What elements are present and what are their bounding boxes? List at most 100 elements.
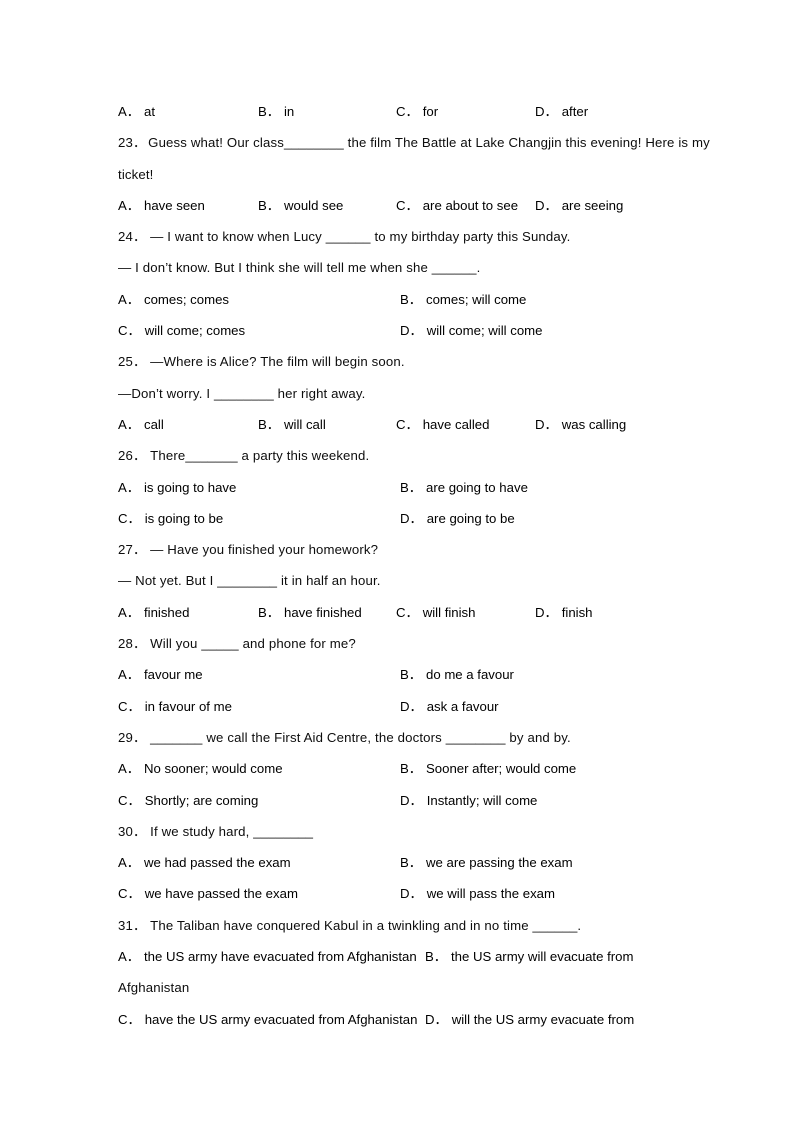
option-q27-a[interactable]: Afinished xyxy=(118,597,189,628)
option-q24-d[interactable]: Dwill come; will come xyxy=(400,315,543,346)
option-text: is going to be xyxy=(144,510,224,526)
option-q26-a[interactable]: Ais going to have xyxy=(118,472,236,503)
option-q29-a[interactable]: A No sooner; would come xyxy=(118,753,283,784)
option-label: B xyxy=(425,949,446,964)
option-label: C xyxy=(118,1012,140,1027)
option-q22-a[interactable]: Aat xyxy=(118,96,155,127)
option-q30-c[interactable]: Cwe have passed the exam xyxy=(118,878,298,909)
option-text: will the US army evacuate from xyxy=(451,1011,635,1027)
question-stem-q27-line1: 27 — Have you finished your homework? xyxy=(118,534,682,565)
option-label: C xyxy=(396,417,418,432)
option-text: No sooner; would come xyxy=(143,761,283,777)
option-text: is going to have xyxy=(143,479,237,495)
option-q27-b[interactable]: Bhave finished xyxy=(258,597,362,628)
option-text: are going to be xyxy=(426,510,515,526)
option-label: D xyxy=(400,793,422,808)
option-label: D xyxy=(400,886,422,901)
option-q23-a[interactable]: Ahave seen xyxy=(118,190,205,221)
option-q23-c[interactable]: Care about to see xyxy=(396,190,518,221)
option-label: C xyxy=(396,605,418,620)
option-text: finish xyxy=(561,604,593,620)
question-number: 29 xyxy=(118,730,145,745)
option-label: C xyxy=(118,699,140,714)
option-row-q29-ab: A No sooner; would come B Sooner after; wo… xyxy=(118,753,682,784)
option-q27-c[interactable]: Cwill finish xyxy=(396,597,475,628)
option-q24-c[interactable]: Cwill come; comes xyxy=(118,315,245,346)
option-q28-c[interactable]: Cin favour of me xyxy=(118,691,232,722)
option-text: for xyxy=(422,104,439,119)
option-label: D xyxy=(535,198,557,213)
option-q23-b[interactable]: Bwould see xyxy=(258,190,343,221)
option-text: Sooner after; would come xyxy=(425,761,577,777)
option-text: have the US army evacuated from Afghanis… xyxy=(144,1011,418,1027)
option-label: D xyxy=(535,104,557,119)
option-label: A xyxy=(118,855,139,870)
option-q22-c[interactable]: Cfor xyxy=(396,96,438,127)
option-text: are seeing xyxy=(561,197,624,213)
option-label: B xyxy=(400,292,421,307)
option-label: D xyxy=(400,699,422,714)
option-row-q30-ab: Awe had passed the exam Bwe are passing … xyxy=(118,847,682,878)
option-text: ask a favour xyxy=(426,698,499,714)
option-q28-d[interactable]: Dask a favour xyxy=(400,691,499,722)
option-text: we have passed the exam xyxy=(144,886,298,902)
option-q30-d[interactable]: Dwe will pass the exam xyxy=(400,878,555,909)
option-q30-a[interactable]: Awe had passed the exam xyxy=(118,847,291,878)
question-stem-q24-line2: — I don’t know. But I think she will tel… xyxy=(118,252,682,283)
option-q31-c[interactable]: Chave the US army evacuated from Afghani… xyxy=(118,1004,417,1035)
option-text: we will pass the exam xyxy=(426,886,555,902)
question-stem-q30: 30 If we study hard, ________ xyxy=(118,816,682,847)
option-q28-a[interactable]: Afavour me xyxy=(118,659,203,690)
option-q31-a[interactable]: Athe US army have evacuated from Afghani… xyxy=(118,941,417,972)
option-q29-c[interactable]: C Shortly; are coming xyxy=(118,785,258,816)
option-row-q23: Ahave seen Bwould see Care about to see … xyxy=(118,190,682,221)
option-q27-d[interactable]: Dfinish xyxy=(535,597,593,628)
option-q29-b[interactable]: B Sooner after; would come xyxy=(400,753,576,784)
document-page: Aat Bin Cfor Dafter 23Guess what! Our cl… xyxy=(0,0,794,1123)
option-label: B xyxy=(258,104,279,119)
option-label: B xyxy=(400,667,421,682)
option-q24-b[interactable]: Bcomes; will come xyxy=(400,284,526,315)
option-q28-b[interactable]: Bdo me a favour xyxy=(400,659,514,690)
option-q31-d[interactable]: Dwill the US army evacuate from xyxy=(425,1004,634,1035)
question-stem-q28: 28 Will you _____ and phone for me? xyxy=(118,628,682,659)
option-label: D xyxy=(425,1012,447,1027)
option-row-q22: Aat Bin Cfor Dafter xyxy=(118,96,682,127)
option-row-q30-cd: Cwe have passed the exam Dwe will pass t… xyxy=(118,878,682,909)
option-text: will come; will come xyxy=(426,323,543,339)
option-text: the US army have evacuated from Afghanis… xyxy=(143,949,417,965)
option-q25-d[interactable]: Dwas calling xyxy=(535,409,626,440)
option-row-q28-cd: Cin favour of me Dask a favour xyxy=(118,691,682,722)
question-number: 30 xyxy=(118,824,145,839)
option-label: A xyxy=(118,417,139,432)
option-text: Instantly; will come xyxy=(426,792,538,808)
option-text: after xyxy=(561,104,589,119)
option-label: B xyxy=(258,417,279,432)
option-q25-b[interactable]: Bwill call xyxy=(258,409,326,440)
question-text: Guess what! Our class________ the film T… xyxy=(148,135,710,151)
option-q22-d[interactable]: Dafter xyxy=(535,96,588,127)
option-label: D xyxy=(535,417,557,432)
option-q29-d[interactable]: D Instantly; will come xyxy=(400,785,537,816)
question-text: There_______ a party this weekend. xyxy=(150,448,370,464)
option-q30-b[interactable]: Bwe are passing the exam xyxy=(400,847,573,878)
option-q26-c[interactable]: Cis going to be xyxy=(118,503,223,534)
option-q23-d[interactable]: Dare seeing xyxy=(535,190,623,221)
question-number: 25 xyxy=(118,354,145,369)
question-text: The Taliban have conquered Kabul in a tw… xyxy=(150,917,582,933)
question-text: — Not yet. But I ________ it in half an … xyxy=(118,573,381,589)
option-text: at xyxy=(143,104,155,119)
option-q25-a[interactable]: Acall xyxy=(118,409,164,440)
question-text: Will you _____ and phone for me? xyxy=(150,636,356,652)
option-label: B xyxy=(400,480,421,495)
option-q22-b[interactable]: Bin xyxy=(258,96,294,127)
option-text: we had passed the exam xyxy=(143,855,291,871)
option-text: the US army will evacuate from xyxy=(450,949,634,965)
question-text: —Where is Alice? The film will begin soo… xyxy=(150,354,405,370)
option-q25-c[interactable]: Chave called xyxy=(396,409,489,440)
option-label: C xyxy=(118,511,140,526)
option-q26-b[interactable]: Bare going to have xyxy=(400,472,528,503)
option-q26-d[interactable]: Dare going to be xyxy=(400,503,515,534)
option-q24-a[interactable]: Acomes; comes xyxy=(118,284,229,315)
option-q31-b[interactable]: Bthe US army will evacuate from xyxy=(425,941,633,972)
